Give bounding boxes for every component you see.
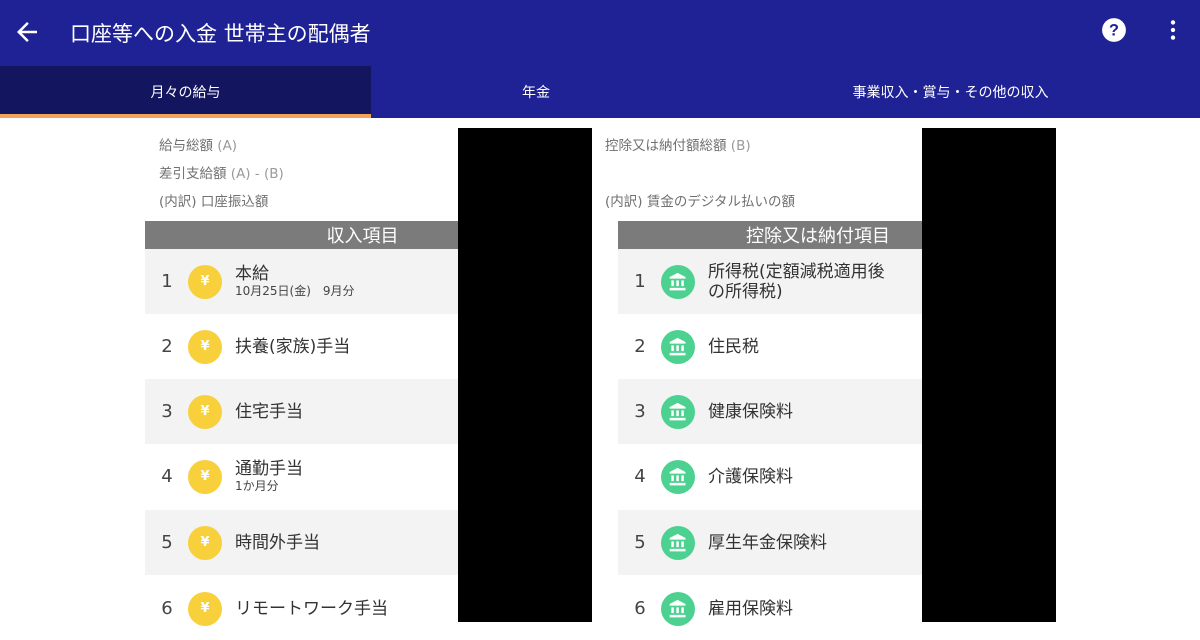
item-number: 1 [161, 271, 173, 292]
digital-pay-label: (内訳) 賃金のデジタル払いの額 [605, 194, 796, 210]
more-vertical-icon [1170, 20, 1176, 40]
item-name: 本給 [235, 264, 269, 284]
item-number: 3 [634, 401, 646, 422]
item-number: 5 [634, 532, 646, 553]
item-number: 5 [161, 532, 173, 553]
item-subtext: 10月25日(金) 9月分 [235, 284, 355, 298]
yen-icon: ¥ [188, 264, 222, 299]
bank-glyph [669, 272, 686, 290]
income-item-overtime-allowance[interactable]: 5 ¥ 時間外手当 [145, 510, 460, 575]
income-item-remote-work-allowance[interactable]: 6 ¥ リモートワーク手当 [145, 576, 460, 640]
deductions-total-label: 控除又は納付額総額 (B) [605, 134, 751, 154]
deduction-item-pension-insurance[interactable]: 5 厚生年金保険料 [618, 510, 923, 575]
bank-glyph [669, 533, 686, 551]
help-circle-icon: ? [1102, 18, 1126, 42]
tab-pension[interactable]: 年金 [371, 66, 701, 118]
item-name-line1: 所得税(定額減税適用後 [708, 261, 885, 282]
item-number: 3 [161, 401, 173, 422]
redacted-amounts-income [458, 128, 592, 622]
income-section-header: 収入項目 [145, 221, 490, 249]
item-name: 通勤手当 [235, 459, 303, 479]
bank-glyph [669, 402, 686, 420]
back-button[interactable] [12, 17, 42, 47]
gross-pay-label: 給与総額 (A) [159, 134, 237, 154]
bank-glyph [669, 337, 686, 355]
net-pay-tag: (A) - (B) [230, 166, 284, 182]
item-number: 6 [634, 598, 646, 619]
income-item-family-allowance[interactable]: 2 ¥ 扶養(家族)手当 [145, 314, 460, 379]
tab-business-bonus-other[interactable]: 事業収入・賞与・その他の収入 [701, 66, 1200, 118]
bank-glyph [669, 467, 686, 485]
item-name: 雇用保険料 [708, 598, 793, 619]
bank-icon [661, 394, 695, 429]
item-name-line2: の所得税) [708, 281, 783, 302]
item-number: 2 [634, 336, 646, 357]
gross-pay-label-text: 給与総額 [159, 138, 213, 154]
item-name: 扶養(家族)手当 [235, 336, 351, 357]
yen-icon: ¥ [188, 525, 222, 560]
arrow-left-icon [17, 22, 37, 42]
page-title: 口座等への入金 世帯主の配偶者 [70, 22, 371, 46]
yen-icon: ¥ [188, 591, 222, 626]
net-pay-label: 差引支給額 (A) - (B) [159, 162, 284, 182]
bank-icon [661, 459, 695, 494]
yen-icon: ¥ [188, 459, 222, 494]
yen-icon: ¥ [188, 394, 222, 429]
deduction-item-care-insurance[interactable]: 4 介護保険料 [618, 444, 923, 509]
yen-icon: ¥ [188, 329, 222, 364]
item-number: 1 [634, 271, 646, 292]
bank-glyph [669, 599, 686, 617]
item-name: 住宅手当 [235, 401, 303, 422]
bank-icon [661, 525, 695, 560]
more-button[interactable] [1160, 16, 1186, 44]
item-number: 6 [161, 598, 173, 619]
deduction-item-resident-tax[interactable]: 2 住民税 [618, 314, 923, 379]
item-subtext: 1か月分 [235, 479, 279, 493]
redacted-amounts-deductions [922, 128, 1056, 622]
income-item-housing-allowance[interactable]: 3 ¥ 住宅手当 [145, 379, 460, 444]
item-name: 健康保険料 [708, 401, 793, 422]
deduction-item-income-tax[interactable]: 1 所得税(定額減税適用後 の所得税) [618, 249, 923, 314]
item-name: 厚生年金保険料 [708, 532, 827, 553]
item-name: リモートワーク手当 [235, 598, 388, 619]
deductions-total-tag: (B) [730, 138, 751, 154]
app-bar: 口座等への入金 世帯主の配偶者 ? [0, 0, 1200, 66]
item-name: 住民税 [708, 336, 759, 357]
item-name: 時間外手当 [235, 532, 320, 553]
deductions-section-header: 控除又は納付項目 [618, 221, 938, 249]
income-item-base-pay[interactable]: 1 ¥ 本給 10月25日(金) 9月分 [145, 249, 460, 314]
net-pay-label-text: 差引支給額 [159, 166, 227, 182]
bank-icon [661, 329, 695, 364]
svg-text:?: ? [1109, 21, 1119, 39]
deduction-item-health-insurance[interactable]: 3 健康保険料 [618, 379, 923, 444]
item-number: 2 [161, 336, 173, 357]
tab-monthly-salary[interactable]: 月々の給与 [0, 66, 371, 118]
help-button[interactable]: ? [1101, 17, 1127, 43]
bank-transfer-label: (内訳) 口座振込額 [159, 194, 269, 210]
bank-icon [661, 264, 695, 299]
gross-pay-tag: (A) [217, 138, 238, 154]
tab-bar: 月々の給与 年金 事業収入・賞与・その他の収入 [0, 66, 1200, 118]
income-item-commute-allowance[interactable]: 4 ¥ 通勤手当 1か月分 [145, 444, 460, 509]
bank-icon [661, 591, 695, 626]
item-name: 介護保険料 [708, 466, 793, 487]
item-number: 4 [634, 466, 646, 487]
deduction-item-employment-insurance[interactable]: 6 雇用保険料 [618, 576, 923, 640]
item-number: 4 [161, 466, 173, 487]
deductions-total-label-text: 控除又は納付額総額 [605, 138, 727, 154]
